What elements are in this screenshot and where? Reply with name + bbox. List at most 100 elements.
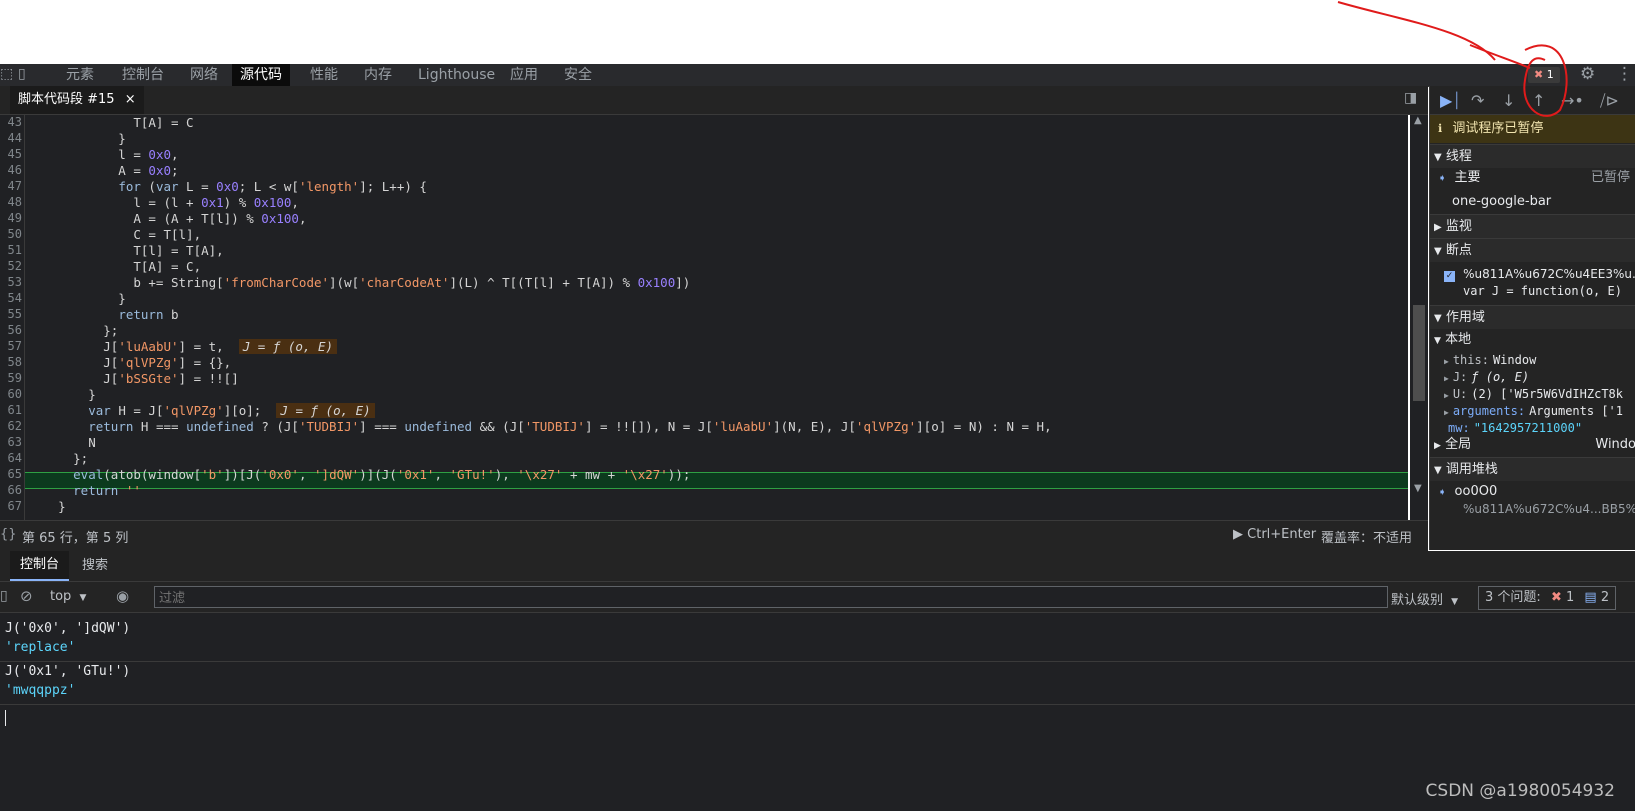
line-number[interactable]: 57 bbox=[0, 339, 22, 353]
close-tab-icon[interactable]: × bbox=[125, 92, 136, 107]
editor-scrollbar[interactable]: ▲ ▼ bbox=[1410, 115, 1428, 520]
issues-info-count: 2 bbox=[1600, 590, 1610, 605]
threads-section-header[interactable]: ▼ 线程 bbox=[1430, 144, 1635, 168]
line-number[interactable]: 59 bbox=[0, 371, 22, 385]
watermark-text: CSDN @a1980054932 bbox=[1425, 781, 1615, 801]
code-line: } bbox=[28, 387, 96, 402]
line-number[interactable]: 43 bbox=[0, 115, 22, 129]
line-number[interactable]: 53 bbox=[0, 275, 22, 289]
eye-icon[interactable]: ◉ bbox=[116, 587, 129, 605]
line-number[interactable]: 66 bbox=[0, 483, 22, 497]
code-editor[interactable]: 43 44 45 46 47 48 49 50 51 52 53 54 55 56 57 58 59 60 61 62… bbox=[0, 115, 1408, 520]
scope-global[interactable]: ▶ 全局 Windo bbox=[1430, 435, 1635, 455]
code-line: l = 0x0, bbox=[28, 147, 179, 162]
line-number[interactable]: 61 bbox=[0, 403, 22, 417]
drawer-tab-console[interactable]: 控制台 bbox=[10, 551, 70, 581]
code-line: }; bbox=[28, 451, 89, 466]
inspect-icon[interactable]: ⬚ bbox=[0, 66, 13, 82]
scope-variable[interactable]: mw: "1642957211000" bbox=[1430, 418, 1635, 438]
line-number[interactable]: 55 bbox=[0, 307, 22, 321]
callstack-location[interactable]: %u811A%u672C%u4...BB5%2 bbox=[1430, 499, 1635, 519]
tab-application[interactable]: 应用 bbox=[502, 64, 546, 86]
line-number[interactable]: 44 bbox=[0, 131, 22, 145]
annotation-circle bbox=[1523, 44, 1568, 117]
line-number[interactable]: 56 bbox=[0, 323, 22, 337]
code-line: for (var L = 0x0; L < w['length']; L++) … bbox=[118, 179, 427, 194]
chevron-down-icon: ▼ bbox=[1434, 246, 1442, 257]
scope-variable-key: this: bbox=[1452, 353, 1489, 367]
section-title: 监视 bbox=[1445, 219, 1472, 234]
watch-section-header[interactable]: ▶ 监视 bbox=[1430, 214, 1635, 238]
line-number[interactable]: 49 bbox=[0, 211, 22, 225]
scope-variable-value: ƒ (o, E) bbox=[1471, 370, 1530, 384]
thread-main[interactable]: ➧ 主要 已暂停 bbox=[1430, 168, 1635, 188]
scrollbar-thumb[interactable] bbox=[1413, 305, 1425, 401]
scope-global-value: Windo bbox=[1595, 437, 1635, 452]
console-output[interactable]: J('0x0', ']dQW') 'replace' J('0x1', 'GTu… bbox=[0, 613, 1635, 811]
annotation-curve bbox=[1337, 1, 1496, 61]
line-number[interactable]: 60 bbox=[0, 387, 22, 401]
context-value: top bbox=[50, 589, 72, 604]
line-number[interactable]: 46 bbox=[0, 163, 22, 177]
line-number[interactable]: 65 bbox=[0, 467, 22, 481]
line-number[interactable]: 62 bbox=[0, 419, 22, 433]
code-line: T[A] = C, bbox=[28, 259, 202, 274]
context-selector[interactable]: top ▼ bbox=[50, 589, 86, 604]
chevron-right-icon: ▶ bbox=[1434, 441, 1441, 451]
tab-security[interactable]: 安全 bbox=[556, 64, 600, 86]
format-icon[interactable]: {} bbox=[0, 527, 17, 542]
section-title: 线程 bbox=[1445, 149, 1472, 164]
sidebar-toggle-icon[interactable]: ▯ bbox=[0, 588, 8, 604]
run-snippet[interactable]: ▶ Ctrl+Enter bbox=[1233, 527, 1316, 542]
breakpoint-file: %u811A%u672C%u4EE3%u... bbox=[1463, 267, 1635, 281]
scroll-down-icon[interactable]: ▼ bbox=[1414, 483, 1422, 494]
scope-local[interactable]: ▼ 本地 bbox=[1430, 330, 1635, 350]
code-line: return H === undefined ? (J['TUDBIJ'] ==… bbox=[88, 419, 1052, 434]
tab-lighthouse[interactable]: Lighthouse bbox=[410, 64, 503, 86]
scope-variable-key: U: bbox=[1452, 387, 1468, 401]
line-number[interactable]: 52 bbox=[0, 259, 22, 273]
clear-console-icon[interactable]: ⊘ bbox=[20, 587, 33, 605]
line-number-gutter[interactable]: 43 44 45 46 47 48 49 50 51 52 53 54 55 56 57 58 59 60 61 62… bbox=[0, 115, 25, 520]
line-number[interactable]: 45 bbox=[0, 147, 22, 161]
line-number[interactable]: 50 bbox=[0, 227, 22, 241]
line-number[interactable]: 64 bbox=[0, 451, 22, 465]
line-number[interactable]: 67 bbox=[0, 499, 22, 513]
line-number[interactable]: 58 bbox=[0, 355, 22, 369]
tab-performance[interactable]: 性能 bbox=[302, 64, 346, 86]
source-file-tab[interactable]: 脚本代码段 #15 × bbox=[10, 86, 144, 116]
callstack-section-header[interactable]: ▼ 调用堆栈 bbox=[1430, 457, 1635, 481]
code-line: C = T[l], bbox=[28, 227, 202, 242]
breakpoints-section-header[interactable]: ▼ 断点 bbox=[1430, 238, 1635, 262]
scope-global-label: 全局 bbox=[1445, 437, 1472, 452]
scope-section-header[interactable]: ▼ 作用域 bbox=[1430, 305, 1635, 329]
section-title: 作用域 bbox=[1445, 310, 1485, 325]
tab-elements[interactable]: 元素 bbox=[58, 64, 102, 86]
log-level-select[interactable]: 默认级别 ▼ bbox=[1391, 589, 1458, 608]
issues-button[interactable]: 3 个问题: ✖ 1 ▤ 2 bbox=[1478, 586, 1617, 610]
drawer-tab-search[interactable]: 搜索 bbox=[72, 551, 118, 581]
line-number[interactable]: 47 bbox=[0, 179, 22, 193]
source-file-tabbar: 脚本代码段 #15 × ◨ bbox=[0, 86, 1428, 116]
play-icon: ▶ bbox=[1233, 527, 1243, 542]
line-number[interactable]: 54 bbox=[0, 291, 22, 305]
code-line: N bbox=[28, 435, 96, 450]
frame-function: oo0O0 bbox=[1454, 484, 1498, 499]
line-number[interactable]: 51 bbox=[0, 243, 22, 257]
device-toolbar-icon[interactable]: ▯ bbox=[18, 66, 26, 82]
tab-memory[interactable]: 内存 bbox=[356, 64, 400, 86]
tab-console[interactable]: 控制台 bbox=[114, 64, 172, 86]
filter-input[interactable] bbox=[154, 586, 1388, 608]
line-number[interactable]: 63 bbox=[0, 435, 22, 449]
tab-network[interactable]: 网络 bbox=[182, 64, 226, 86]
console-prompt-cursor[interactable] bbox=[5, 710, 6, 726]
thread-other[interactable]: one-google-bar bbox=[1430, 192, 1635, 212]
tab-sources[interactable]: 源代码 bbox=[232, 64, 290, 86]
line-number[interactable]: 48 bbox=[0, 195, 22, 209]
chevron-down-icon: ▼ bbox=[1434, 313, 1442, 324]
console-separator bbox=[0, 661, 1635, 662]
error-icon: ✖ bbox=[1550, 590, 1562, 605]
annotation-arrow bbox=[1469, 44, 1531, 69]
drawer-tabbar: 控制台 搜索 bbox=[0, 551, 1635, 582]
run-shortcut: Ctrl+Enter bbox=[1247, 527, 1317, 542]
